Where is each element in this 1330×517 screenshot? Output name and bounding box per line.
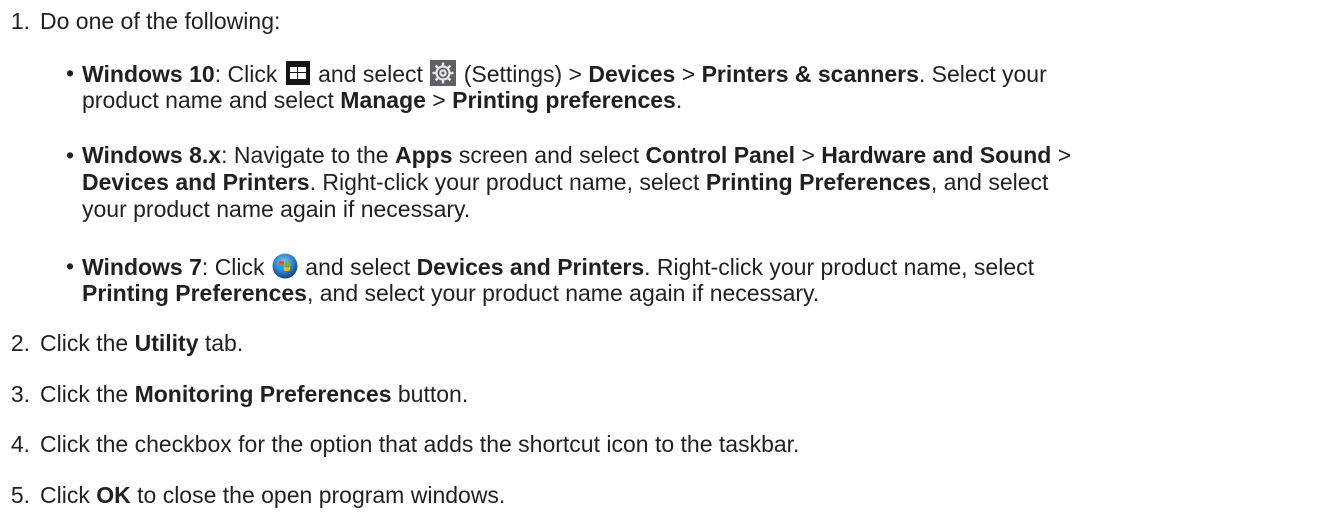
step-number: 2. bbox=[10, 330, 30, 356]
step-number: 5. bbox=[10, 482, 30, 508]
step-2: 2. Click the Utility tab. bbox=[0, 330, 243, 357]
bullet-marker: • bbox=[66, 60, 75, 86]
os-name: Windows 7 bbox=[82, 254, 202, 280]
step-number: 4. bbox=[10, 431, 30, 457]
bullet-marker: • bbox=[66, 253, 75, 279]
step-number: 1. bbox=[10, 8, 30, 34]
windows7-start-orb-icon bbox=[272, 253, 298, 279]
step-text: Do one of the following: bbox=[40, 8, 281, 34]
windows-start-icon bbox=[285, 61, 310, 85]
os-name: Windows 10 bbox=[82, 61, 215, 87]
bullet-marker: • bbox=[66, 142, 75, 168]
step-4: 4. Click the checkbox for the option that… bbox=[0, 431, 800, 458]
os-name: Windows 8.x bbox=[82, 142, 222, 168]
step-5: 5. Click OK to close the open program win… bbox=[0, 482, 506, 509]
gear-icon bbox=[430, 60, 457, 86]
step-3: 3. Click the Monitoring Preferences butto… bbox=[0, 381, 468, 408]
step-1: 1. Do one of the following: bbox=[0, 8, 281, 35]
step-number: 3. bbox=[10, 381, 30, 407]
